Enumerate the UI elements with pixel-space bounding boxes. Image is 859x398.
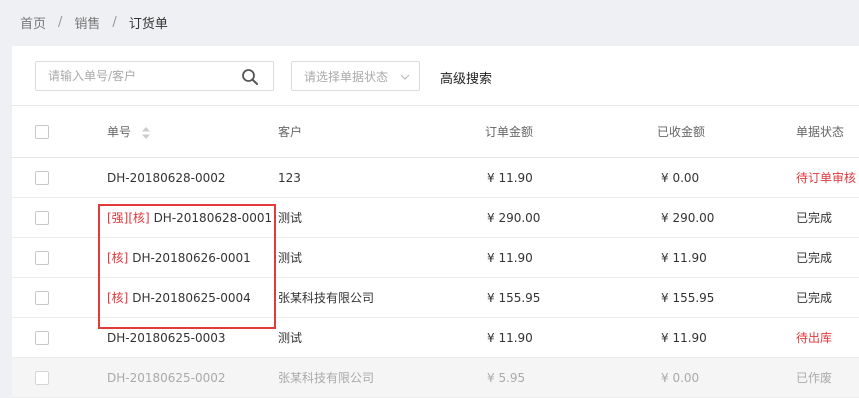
order-tags: [核] xyxy=(107,291,129,305)
order-number-text: DH-20180625-0004 xyxy=(132,291,251,305)
customer-name: 张某科技有限公司 xyxy=(278,291,375,305)
order-number-text: DH-20180625-0002 xyxy=(107,370,226,385)
customer-name: 测试 xyxy=(278,331,303,345)
header-customer: 客户 xyxy=(278,125,303,139)
status-text: 待订单审核 xyxy=(796,171,857,185)
order-number-text: DH-20180626-0001 xyxy=(132,251,251,265)
breadcrumb-separator: / xyxy=(112,14,117,30)
search-input[interactable] xyxy=(36,68,240,84)
customer-name: 张某科技有限公司 xyxy=(278,371,375,385)
row-checkbox[interactable] xyxy=(35,170,49,185)
order-amount: ¥ 11.90 xyxy=(487,170,533,185)
order-number[interactable]: [强][核] DH-20180628-0001 xyxy=(107,209,272,226)
chevron-down-icon xyxy=(400,74,410,80)
table-row[interactable]: DH-20180625-0003 测试 ¥ 11.90 ¥ 11.90 待出库 xyxy=(12,318,859,358)
search-icon[interactable] xyxy=(241,68,259,86)
customer-name: 123 xyxy=(278,170,301,185)
toolbar: 请选择单据状态 高级搜索 xyxy=(12,46,859,106)
status-text: 已作废 xyxy=(796,371,833,385)
breadcrumb-item-sales[interactable]: 销售 xyxy=(74,13,100,32)
order-number[interactable]: DH-20180628-0002 xyxy=(107,171,226,185)
status-text: 待出库 xyxy=(796,331,833,345)
received-amount: ¥ 0.00 xyxy=(661,370,700,385)
order-tags: [强][核] xyxy=(107,211,150,225)
received-amount: ¥ 290.00 xyxy=(661,210,715,225)
table-row[interactable]: DH-20180628-0002 123 ¥ 11.90 ¥ 0.00 待订单审… xyxy=(12,158,859,198)
order-amount: ¥ 155.95 xyxy=(487,290,541,305)
header-received: 已收金额 xyxy=(657,125,706,139)
table-row[interactable]: DH-20180625-0002 张某科技有限公司 ¥ 5.95 ¥ 0.00 … xyxy=(12,358,859,398)
status-text: 已完成 xyxy=(796,251,833,265)
received-amount: ¥ 11.90 xyxy=(661,330,707,345)
table-row[interactable]: [核] DH-20180625-0004 张某科技有限公司 ¥ 155.95 ¥… xyxy=(12,278,859,318)
row-checkbox[interactable] xyxy=(35,330,49,345)
status-text: 已完成 xyxy=(796,291,833,305)
order-amount: ¥ 11.90 xyxy=(487,250,533,265)
row-checkbox[interactable] xyxy=(35,250,49,265)
order-number-text: DH-20180628-0001 xyxy=(153,211,273,225)
breadcrumb-item-home[interactable]: 首页 xyxy=(20,13,46,32)
sort-icon[interactable] xyxy=(141,126,151,140)
customer-name: 测试 xyxy=(278,251,303,265)
received-amount: ¥ 155.95 xyxy=(661,290,715,305)
breadcrumb-separator: / xyxy=(58,14,63,30)
row-checkbox[interactable] xyxy=(35,290,49,305)
order-tags: [核] xyxy=(107,251,129,265)
search-box xyxy=(35,61,274,91)
order-amount: ¥ 11.90 xyxy=(487,330,533,345)
status-select[interactable]: 请选择单据状态 xyxy=(291,61,420,91)
header-no[interactable]: 单号 xyxy=(107,123,151,140)
header-status: 单据状态 xyxy=(796,125,845,139)
received-amount: ¥ 11.90 xyxy=(661,250,707,265)
order-number-text: DH-20180628-0002 xyxy=(107,170,226,185)
table-row[interactable]: [强][核] DH-20180628-0001 测试 ¥ 290.00 ¥ 29… xyxy=(12,198,859,238)
status-select-placeholder: 请选择单据状态 xyxy=(304,69,389,84)
table-row[interactable]: [核] DH-20180626-0001 测试 ¥ 11.90 ¥ 11.90 … xyxy=(12,238,859,278)
order-number-text: DH-20180625-0003 xyxy=(107,330,226,345)
select-all-checkbox[interactable] xyxy=(35,124,49,139)
main-panel: 请选择单据状态 高级搜索 单号 客户 订单金额 已收金额 单据状态 DH-20 xyxy=(12,46,859,398)
order-number[interactable]: [核] DH-20180625-0004 xyxy=(107,289,251,306)
row-checkbox[interactable] xyxy=(35,370,49,385)
order-number[interactable]: DH-20180625-0003 xyxy=(107,331,226,345)
table-header: 单号 客户 订单金额 已收金额 单据状态 xyxy=(12,106,859,158)
order-number[interactable]: [核] DH-20180626-0001 xyxy=(107,249,251,266)
advanced-search-link[interactable]: 高级搜索 xyxy=(440,68,492,87)
order-amount: ¥ 5.95 xyxy=(487,370,526,385)
breadcrumb: 首页 / 销售 / 订货单 xyxy=(20,12,168,32)
breadcrumb-item-current: 订货单 xyxy=(128,16,168,32)
header-amount: 订单金额 xyxy=(485,125,534,139)
received-amount: ¥ 0.00 xyxy=(661,170,700,185)
order-number[interactable]: DH-20180625-0002 xyxy=(107,371,226,385)
status-text: 已完成 xyxy=(796,211,833,225)
header-no-label: 单号 xyxy=(107,125,132,139)
row-checkbox[interactable] xyxy=(35,210,49,225)
order-amount: ¥ 290.00 xyxy=(487,210,541,225)
orders-table: 单号 客户 订单金额 已收金额 单据状态 DH-20180628-0002 12… xyxy=(12,106,859,398)
customer-name: 测试 xyxy=(278,211,303,225)
